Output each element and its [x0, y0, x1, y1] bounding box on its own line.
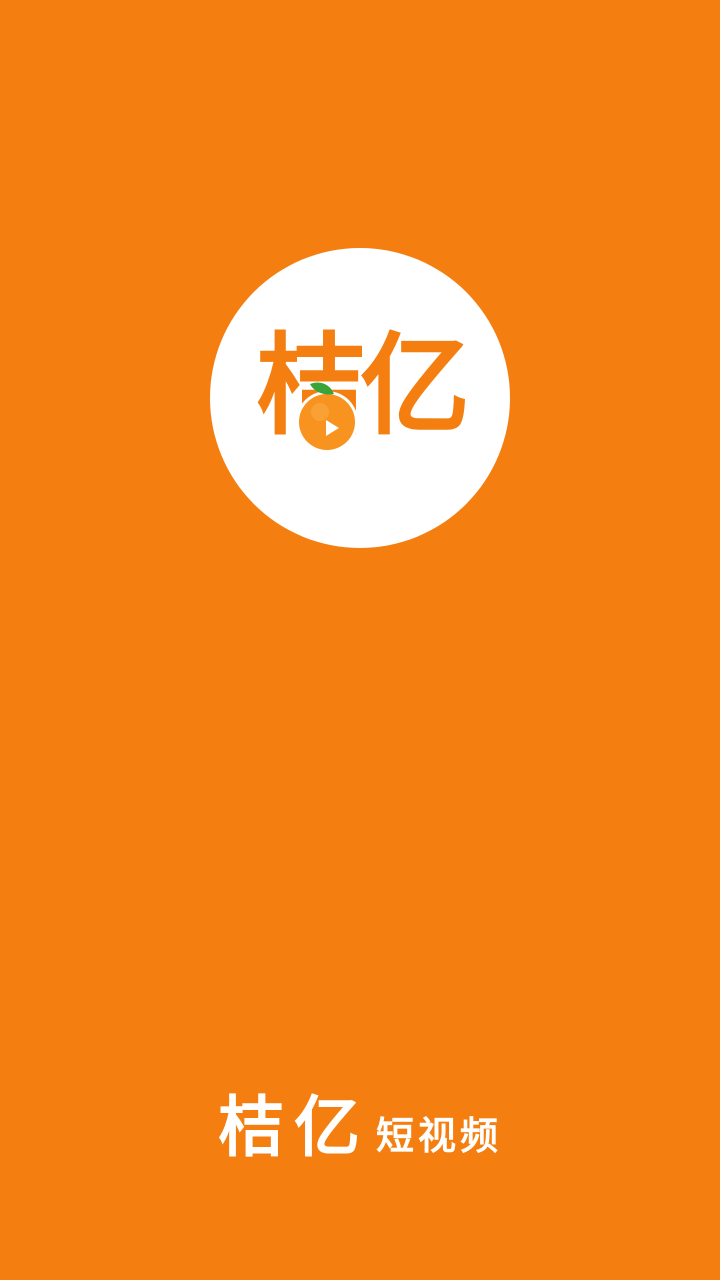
orange-play-icon [296, 382, 358, 453]
app-logo: 桔亿 [210, 248, 510, 548]
splash-screen: { "logo": { "text": "桔亿", "icon": "orang… [0, 0, 720, 1280]
brand-subtitle: 短视频 [375, 1114, 502, 1158]
brand-name: 桔亿 [217, 1089, 370, 1166]
brand-footer: 桔亿 短视频 [0, 1088, 720, 1168]
